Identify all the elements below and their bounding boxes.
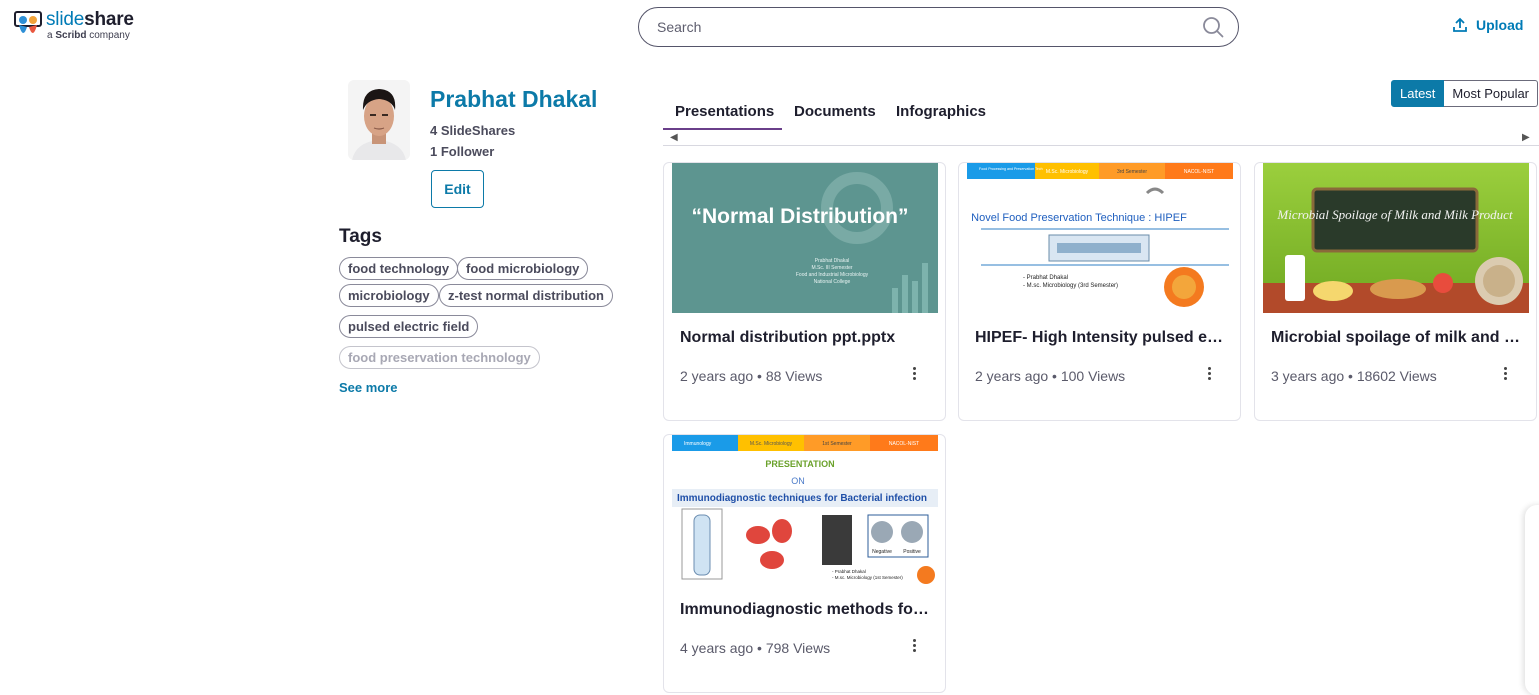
- svg-text:PRESENTATION: PRESENTATION: [765, 459, 834, 469]
- svg-text:National College: National College: [814, 279, 851, 285]
- upload-button[interactable]: Upload: [1452, 17, 1523, 33]
- more-options-icon[interactable]: [909, 637, 919, 657]
- search-input[interactable]: [655, 18, 1202, 36]
- svg-text:- Prabhat Dhakal: - Prabhat Dhakal: [832, 569, 866, 574]
- edit-profile-button[interactable]: Edit: [431, 170, 484, 208]
- tag-chip[interactable]: food technology: [339, 257, 459, 280]
- svg-text:- M.sc. Microbiology (1st Seme: - M.sc. Microbiology (1st Semester): [832, 575, 903, 580]
- slideshare-logo[interactable]: slideshare a Scribd company: [14, 10, 144, 44]
- slideshares-count: 4 SlideShares: [430, 123, 516, 138]
- more-options-icon[interactable]: [1500, 365, 1510, 385]
- svg-text:M.Sc. III Semester: M.Sc. III Semester: [811, 265, 852, 271]
- profile-photo: [348, 80, 410, 160]
- sort-toggle[interactable]: Latest Most Popular: [1391, 80, 1539, 107]
- card-title[interactable]: Normal distribution ppt.pptx: [680, 329, 932, 347]
- card-meta: 2 years ago • 100 Views: [975, 368, 1126, 384]
- slide-thumbnail: “Normal Distribution” Prabhat Dhakal M.S…: [672, 163, 938, 313]
- svg-text:M.Sc. Microbiology: M.Sc. Microbiology: [750, 441, 793, 447]
- tag-chip[interactable]: z-test normal distribution: [439, 284, 613, 307]
- tag-chip[interactable]: pulsed electric field: [339, 315, 479, 338]
- card-thumbnail[interactable]: Immunology M.Sc. Microbiology 1st Semest…: [672, 435, 938, 585]
- profile-name: Prabhat Dhakal: [430, 86, 598, 112]
- svg-text:Negative: Negative: [872, 549, 892, 555]
- svg-text:- Prabhat Dhakal: - Prabhat Dhakal: [1023, 275, 1068, 281]
- svg-text:Food Processing and Preservati: Food Processing and Preservation Tech: [979, 167, 1043, 171]
- upload-label: Upload: [1476, 17, 1524, 33]
- svg-text:“Normal Distribution”: “Normal Distribution”: [691, 205, 908, 228]
- card-title[interactable]: Microbial spoilage of milk and milk prod…: [1271, 329, 1523, 347]
- svg-text:Positive: Positive: [903, 549, 921, 555]
- svg-text:Prabhat Dhakal: Prabhat Dhakal: [815, 258, 849, 264]
- sort-popular-button[interactable]: Most Popular: [1444, 80, 1539, 107]
- scroll-left-arrow-icon[interactable]: ◀: [670, 132, 678, 143]
- logo-wordmark: slideshare: [46, 9, 134, 30]
- tags-heading: Tags: [339, 226, 382, 247]
- svg-text:Immunodiagnostic techniques fo: Immunodiagnostic techniques for Bacteria…: [677, 493, 927, 504]
- presentation-card[interactable]: Food Processing and Preservation Tech M.…: [958, 162, 1241, 421]
- scroll-right-arrow-icon[interactable]: ▶: [1522, 132, 1530, 143]
- tab-presentations[interactable]: Presentations: [675, 103, 774, 120]
- side-panel-edge: [1525, 505, 1539, 695]
- card-title[interactable]: Immunodiagnostic methods for bacterial i…: [680, 601, 932, 619]
- tabs-divider: [663, 145, 1539, 146]
- svg-text:M.Sc. Microbiology: M.Sc. Microbiology: [1046, 169, 1089, 175]
- more-options-icon[interactable]: [909, 365, 919, 385]
- tab-infographics[interactable]: Infographics: [896, 103, 986, 120]
- slide-thumbnail: Immunology M.Sc. Microbiology 1st Semest…: [672, 435, 938, 585]
- search-bar[interactable]: [638, 7, 1239, 47]
- presentation-card[interactable]: Immunology M.Sc. Microbiology 1st Semest…: [663, 434, 946, 693]
- followers-count[interactable]: 1 Follower: [430, 144, 494, 159]
- sort-latest-button[interactable]: Latest: [1391, 80, 1445, 107]
- svg-text:ON: ON: [791, 476, 805, 486]
- svg-text:3rd Semester: 3rd Semester: [1117, 169, 1147, 175]
- more-options-icon[interactable]: [1204, 365, 1214, 385]
- slide-thumbnail: Food Processing and Preservation Tech M.…: [967, 163, 1233, 313]
- tag-chip[interactable]: microbiology: [339, 284, 439, 307]
- svg-text:Food and Industrial Microbiolo: Food and Industrial Microbiology: [796, 272, 869, 278]
- card-meta: 3 years ago • 18602 Views: [1271, 368, 1437, 384]
- card-thumbnail[interactable]: Food Processing and Preservation Tech M.…: [967, 163, 1233, 313]
- search-icon[interactable]: [1202, 16, 1224, 38]
- presentation-card[interactable]: “Normal Distribution” Prabhat Dhakal M.S…: [663, 162, 946, 421]
- svg-text:1st Semester: 1st Semester: [822, 441, 852, 447]
- slideshare-logo-icon: [14, 11, 42, 34]
- logo-tagline: a Scribd company: [47, 30, 130, 41]
- avatar: [348, 80, 410, 160]
- active-tab-indicator: [663, 128, 782, 130]
- svg-text:NACOL-NIST: NACOL-NIST: [889, 441, 919, 447]
- tag-chip[interactable]: food preservation technology: [339, 346, 540, 369]
- svg-text:Novel Food Preservation Techni: Novel Food Preservation Technique : HIPE…: [971, 212, 1187, 224]
- card-thumbnail[interactable]: Microbial Spoilage of Milk and Milk Prod…: [1263, 163, 1529, 313]
- svg-text:Microbial Spoilage of Milk and: Microbial Spoilage of Milk and Milk Prod…: [1276, 207, 1513, 222]
- card-meta: 4 years ago • 798 Views: [680, 640, 831, 656]
- tab-documents[interactable]: Documents: [794, 103, 876, 120]
- tag-chip[interactable]: food microbiology: [457, 257, 589, 280]
- svg-text:- M.sc. Microbiology (3rd Seme: - M.sc. Microbiology (3rd Semester): [1023, 283, 1118, 289]
- see-more-link[interactable]: See more: [339, 380, 398, 395]
- upload-icon: [1453, 17, 1467, 32]
- presentation-card[interactable]: Microbial Spoilage of Milk and Milk Prod…: [1254, 162, 1537, 421]
- card-thumbnail[interactable]: “Normal Distribution” Prabhat Dhakal M.S…: [672, 163, 938, 313]
- svg-text:Immunology: Immunology: [684, 441, 712, 447]
- svg-text:NACOL-NIST: NACOL-NIST: [1184, 169, 1214, 175]
- slide-thumbnail: Microbial Spoilage of Milk and Milk Prod…: [1263, 163, 1529, 313]
- card-meta: 2 years ago • 88 Views: [680, 368, 823, 384]
- card-title[interactable]: HIPEF- High Intensity pulsed electric fi…: [975, 329, 1227, 347]
